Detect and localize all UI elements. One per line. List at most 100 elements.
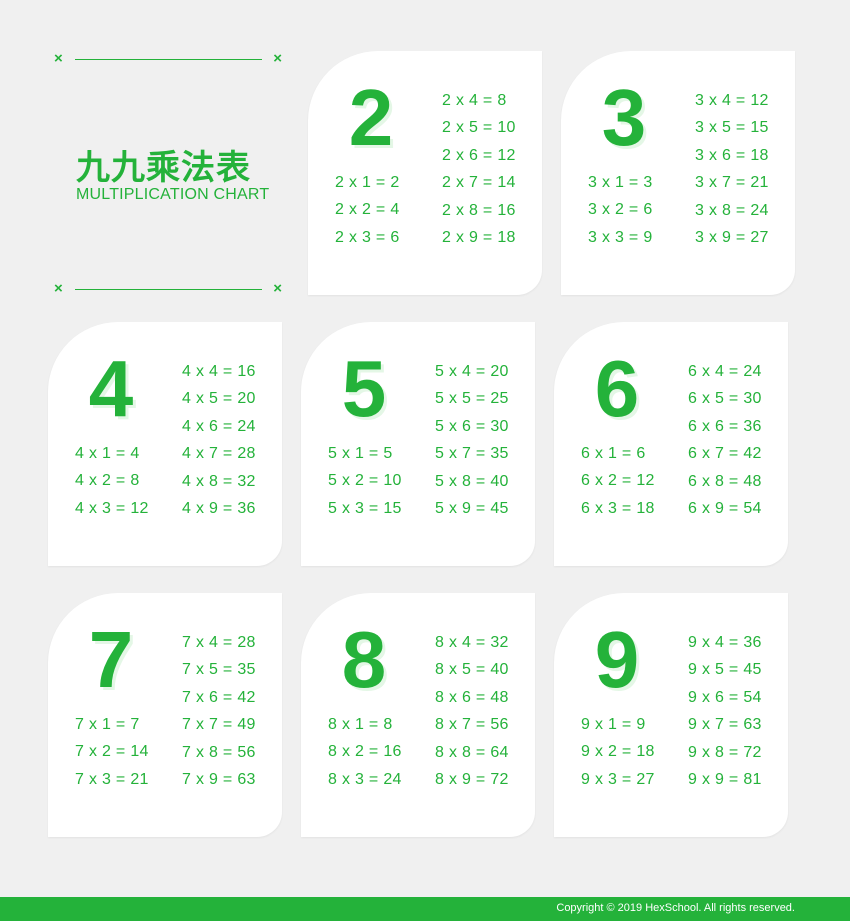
page-subtitle: MULTIPLICATION CHART — [76, 186, 270, 203]
table-card-7: 7 7 x 1 = 7 7 x 2 = 14 7 x 3 = 21 7 x 4 … — [48, 593, 282, 837]
equation: 3 x 5 = 15 — [695, 119, 769, 137]
equation: 3 x 3 = 9 — [588, 228, 653, 246]
equation: 9 x 9 = 81 — [688, 771, 762, 789]
table-number: 9 — [594, 615, 640, 704]
equation-list-left: 7 x 1 = 7 7 x 2 = 14 7 x 3 = 21 — [75, 711, 149, 793]
equation: 8 x 6 = 48 — [435, 688, 509, 706]
cross-icon: × — [273, 50, 282, 67]
equation: 2 x 1 = 2 — [335, 174, 400, 191]
footer: Copyright © 2019 HexSchool. All rights r… — [0, 897, 850, 921]
divider — [75, 289, 262, 290]
equation: 5 x 1 = 5 — [328, 445, 393, 462]
equation: 7 x 2 = 14 — [75, 743, 149, 761]
equation-list-right: 9 x 4 = 36 9 x 5 = 45 9 x 6 = 54 9 x 7 =… — [688, 629, 762, 793]
equation: 2 x 7 = 14 — [442, 174, 516, 192]
equation: 9 x 4 = 36 — [688, 634, 762, 651]
equation: 8 x 4 = 32 — [435, 634, 509, 651]
equation: 5 x 4 = 20 — [435, 363, 509, 380]
equation: 3 x 4 = 12 — [695, 92, 769, 109]
equation-list-right: 8 x 4 = 32 8 x 5 = 40 8 x 6 = 48 8 x 7 =… — [435, 629, 509, 793]
equation: 8 x 2 = 16 — [328, 743, 402, 761]
equation: 4 x 4 = 16 — [182, 363, 256, 380]
equation: 2 x 5 = 10 — [442, 119, 516, 137]
equation-list-left: 6 x 1 = 6 6 x 2 = 12 6 x 3 = 18 — [581, 440, 655, 522]
equation: 9 x 2 = 18 — [581, 743, 655, 761]
table-card-9: 9 9 x 1 = 9 9 x 2 = 18 9 x 3 = 27 9 x 4 … — [554, 593, 788, 837]
equation: 4 x 6 = 24 — [182, 417, 256, 435]
equation: 5 x 5 = 25 — [435, 390, 509, 408]
equation: 5 x 7 = 35 — [435, 445, 509, 463]
equation: 5 x 9 = 45 — [435, 500, 509, 518]
equation: 9 x 5 = 45 — [688, 661, 762, 679]
table-number: 4 — [88, 344, 134, 433]
equation: 6 x 9 = 54 — [688, 500, 762, 518]
equation-list-left: 2 x 1 = 2 2 x 2 = 4 2 x 3 = 6 — [335, 169, 400, 251]
equation: 9 x 8 = 72 — [688, 743, 762, 761]
equation: 7 x 6 = 42 — [182, 688, 256, 706]
equation: 3 x 6 = 18 — [695, 146, 769, 164]
table-card-3: 3 3 x 1 = 3 3 x 2 = 6 3 x 3 = 9 3 x 4 = … — [561, 51, 795, 295]
cross-icon: × — [273, 280, 282, 297]
table-card-8: 8 8 x 1 = 8 8 x 2 = 16 8 x 3 = 24 8 x 4 … — [301, 593, 535, 837]
cross-icon: × — [54, 50, 63, 67]
equation: 6 x 7 = 42 — [688, 445, 762, 463]
equation: 6 x 3 = 18 — [581, 499, 655, 517]
equation: 6 x 1 = 6 — [581, 445, 646, 462]
equation: 7 x 9 = 63 — [182, 771, 256, 789]
equation: 7 x 8 = 56 — [182, 743, 256, 761]
equation: 4 x 7 = 28 — [182, 445, 256, 463]
equation: 6 x 4 = 24 — [688, 363, 762, 380]
cross-icon: × — [54, 280, 63, 297]
equation: 4 x 3 = 12 — [75, 499, 149, 517]
equation-list-right: 7 x 4 = 28 7 x 5 = 35 7 x 6 = 42 7 x 7 =… — [182, 629, 256, 793]
equation: 3 x 1 = 3 — [588, 174, 653, 191]
equation: 2 x 4 = 8 — [442, 92, 507, 109]
equation: 7 x 4 = 28 — [182, 634, 256, 651]
equation: 8 x 1 = 8 — [328, 716, 393, 733]
equation: 2 x 8 = 16 — [442, 201, 516, 219]
equation: 2 x 2 = 4 — [335, 201, 400, 219]
table-card-5: 5 5 x 1 = 5 5 x 2 = 10 5 x 3 = 15 5 x 4 … — [301, 322, 535, 566]
equation: 2 x 6 = 12 — [442, 146, 516, 164]
equation: 5 x 2 = 10 — [328, 472, 402, 490]
equation-list-left: 3 x 1 = 3 3 x 2 = 6 3 x 3 = 9 — [588, 169, 653, 251]
equation: 9 x 7 = 63 — [688, 716, 762, 734]
equation-list-left: 9 x 1 = 9 9 x 2 = 18 9 x 3 = 27 — [581, 711, 655, 793]
table-number: 8 — [341, 615, 387, 704]
equation: 9 x 3 = 27 — [581, 770, 655, 788]
equation: 4 x 9 = 36 — [182, 500, 256, 518]
equation: 4 x 2 = 8 — [75, 472, 140, 490]
table-number: 7 — [88, 615, 134, 704]
equation: 6 x 2 = 12 — [581, 472, 655, 490]
equation: 3 x 2 = 6 — [588, 201, 653, 219]
divider — [75, 59, 262, 60]
title-bottom-rule: × × — [52, 280, 288, 298]
equation-list-right: 3 x 4 = 12 3 x 5 = 15 3 x 6 = 18 3 x 7 =… — [695, 87, 769, 251]
equation-list-right: 5 x 4 = 20 5 x 5 = 25 5 x 6 = 30 5 x 7 =… — [435, 358, 509, 522]
equation: 5 x 6 = 30 — [435, 417, 509, 435]
equation-list-right: 6 x 4 = 24 6 x 5 = 30 6 x 6 = 36 6 x 7 =… — [688, 358, 762, 522]
equation-list-left: 5 x 1 = 5 5 x 2 = 10 5 x 3 = 15 — [328, 440, 402, 522]
equation: 6 x 5 = 30 — [688, 390, 762, 408]
table-card-2: 2 2 x 1 = 2 2 x 2 = 4 2 x 3 = 6 2 x 4 = … — [308, 51, 542, 295]
equation: 8 x 8 = 64 — [435, 743, 509, 761]
equation-list-left: 8 x 1 = 8 8 x 2 = 16 8 x 3 = 24 — [328, 711, 402, 793]
equation-list-right: 4 x 4 = 16 4 x 5 = 20 4 x 6 = 24 4 x 7 =… — [182, 358, 256, 522]
equation: 8 x 3 = 24 — [328, 770, 402, 788]
equation: 6 x 6 = 36 — [688, 417, 762, 435]
equation-list-right: 2 x 4 = 8 2 x 5 = 10 2 x 6 = 12 2 x 7 = … — [442, 87, 516, 251]
equation: 4 x 5 = 20 — [182, 390, 256, 408]
equation: 8 x 9 = 72 — [435, 771, 509, 789]
equation: 6 x 8 = 48 — [688, 472, 762, 490]
equation: 7 x 3 = 21 — [75, 770, 149, 788]
table-card-6: 6 6 x 1 = 6 6 x 2 = 12 6 x 3 = 18 6 x 4 … — [554, 322, 788, 566]
table-number: 5 — [341, 344, 387, 433]
table-number: 3 — [601, 73, 647, 162]
title-block: × × 九九乘法表 MULTIPLICATION CHART × × — [52, 48, 288, 300]
equation: 3 x 8 = 24 — [695, 201, 769, 219]
title-top-rule: × × — [52, 50, 288, 68]
equation: 2 x 3 = 6 — [335, 228, 400, 246]
equation: 5 x 3 = 15 — [328, 499, 402, 517]
equation: 7 x 7 = 49 — [182, 716, 256, 734]
equation: 7 x 5 = 35 — [182, 661, 256, 679]
